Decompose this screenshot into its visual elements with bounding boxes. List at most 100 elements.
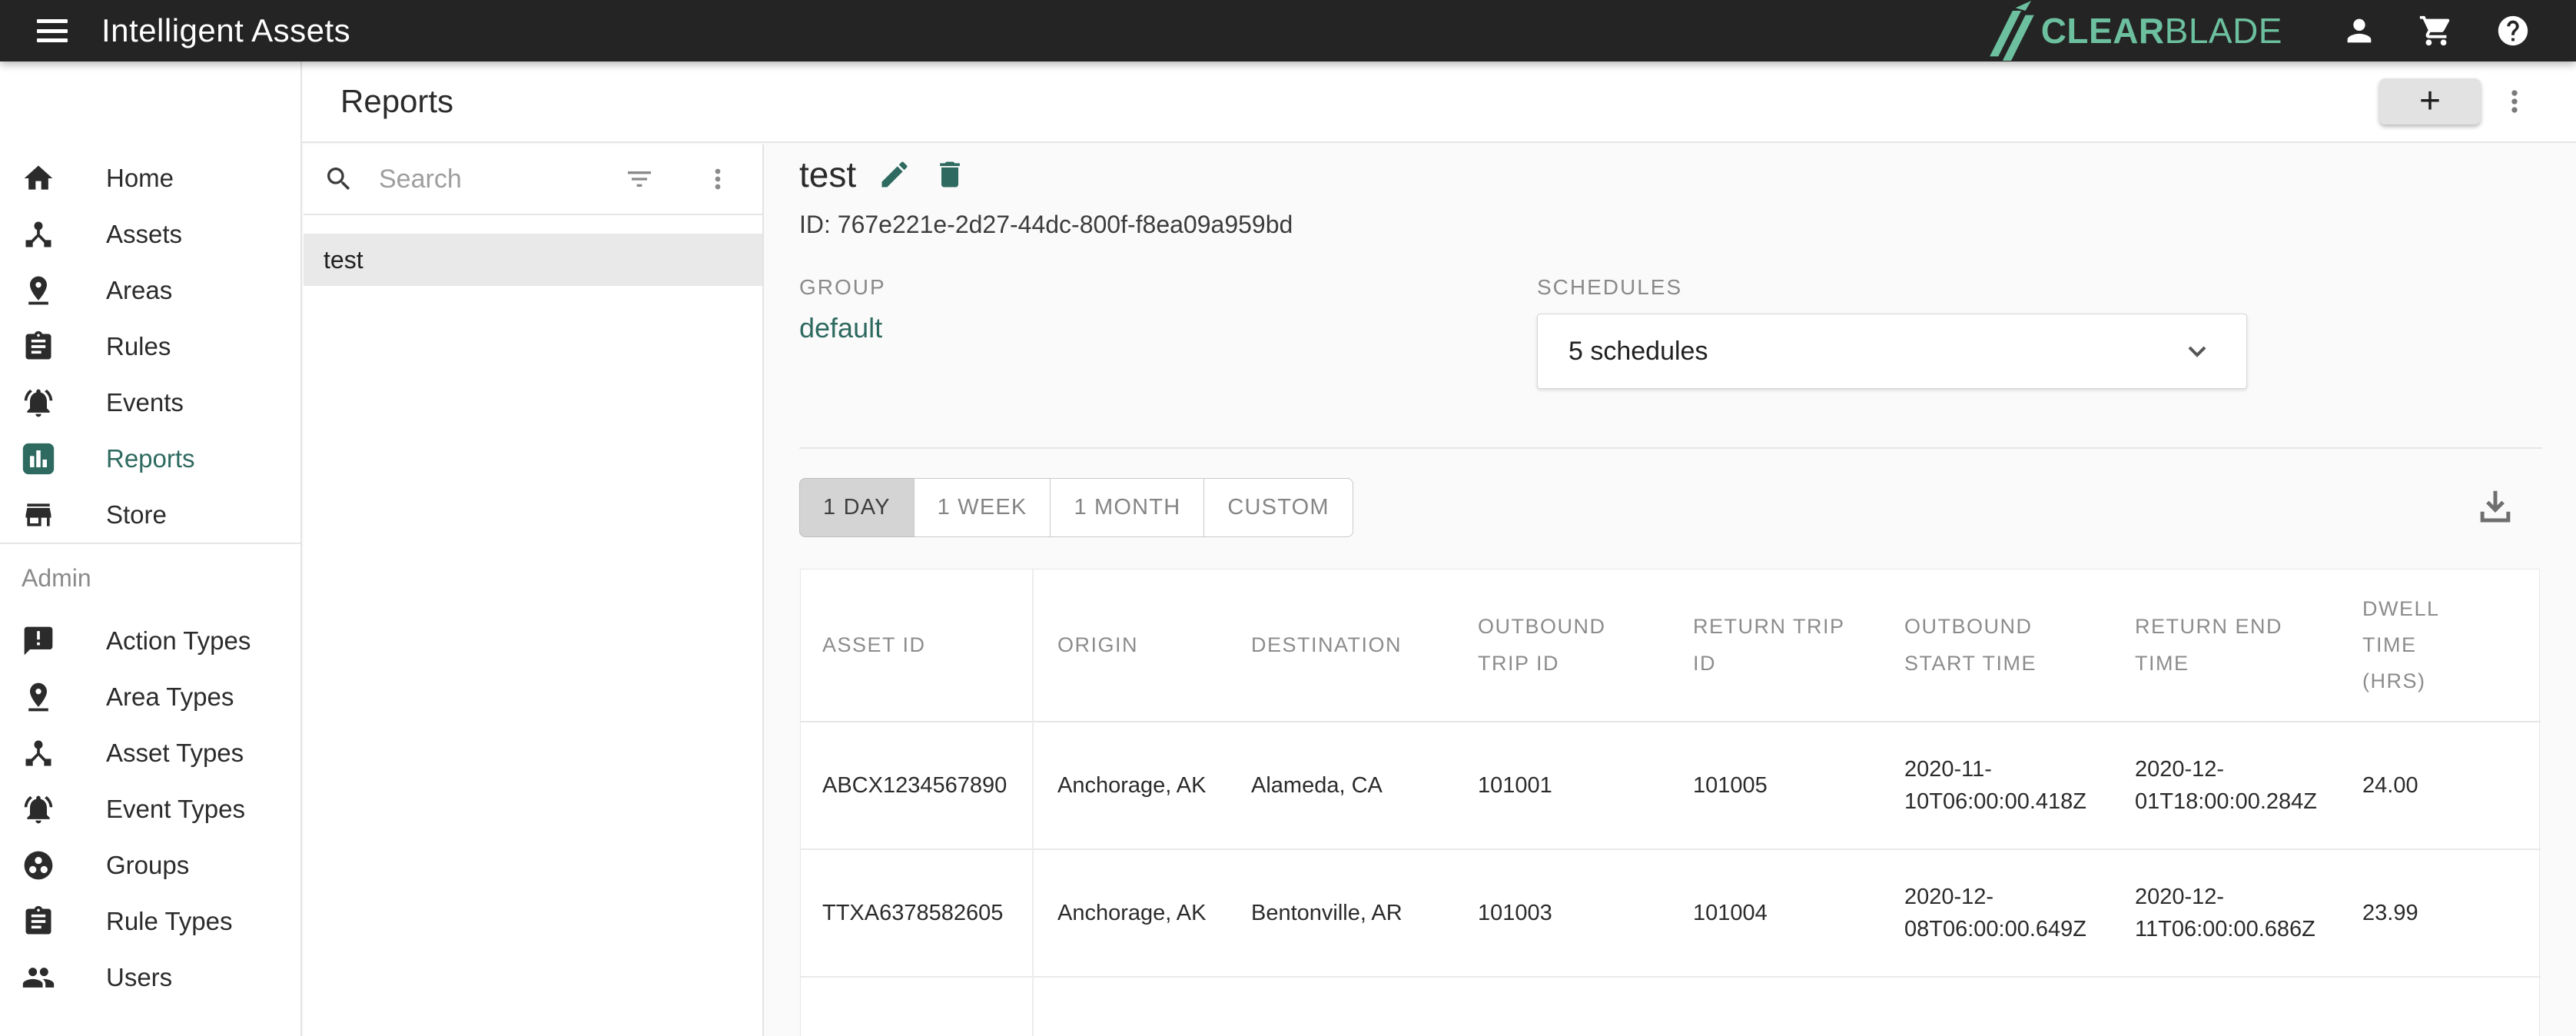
page-title: Reports [340,83,453,120]
sidebar-item-action-types[interactable]: Action Types [0,613,300,669]
sidebar-item-event-types[interactable]: Event Types [0,781,300,837]
admin-list: Action Types Area Types Asset Types Even… [0,613,300,1005]
group-field: GROUP default [799,275,886,344]
asset-types-icon [22,736,55,770]
cell-return-end-time: 2020-12-11T06:00:00.686Z [2110,849,2338,977]
col-outbound-trip-id[interactable]: OUTBOUND TRIP ID [1453,569,1668,722]
clearblade-logo-mark [1987,1,2035,61]
clearblade-logo: CLEARBLADE [1987,1,2282,61]
user-account-button[interactable] [2341,12,2378,49]
cell-destination: Alameda, CA [1227,722,1453,849]
download-button[interactable] [2475,486,2516,527]
col-origin[interactable]: ORIGIN [1033,569,1227,722]
delete-report-button[interactable] [933,158,967,191]
col-return-end-time[interactable]: RETURN END TIME [2110,569,2338,722]
schedules-label: SCHEDULES [1537,275,2247,300]
col-outbound-start-time[interactable]: OUTBOUND START TIME [1880,569,2110,722]
schedules-field: SCHEDULES 5 schedules [1537,275,2247,389]
areas-icon [22,274,55,307]
search-input[interactable] [379,164,563,194]
sidebar-item-asset-types[interactable]: Asset Types [0,725,300,781]
cell-return-trip-id: 101005 [1668,722,1880,849]
sidebar-item-rules[interactable]: Rules [0,318,300,374]
cell-return-end-time: 2020-12-01T18:00:00.284Z [2110,722,2338,849]
sidebar-item-area-types[interactable]: Area Types [0,669,300,725]
report-result-list: test [304,234,762,286]
report-detail: test ID: 767e221e-2d27-44dc-800f-f8ea09a… [765,144,2576,1036]
tab-custom[interactable]: CUSTOM [1203,478,1353,537]
report-list-item[interactable]: test [304,234,762,286]
group-label: GROUP [799,275,886,300]
store-cart-button[interactable] [2418,12,2455,49]
more-vert-icon [2498,85,2531,118]
sidebar-item-assets[interactable]: Assets [0,206,300,262]
group-value-link[interactable]: default [799,312,882,344]
report-title-row: test [799,154,967,195]
search-icon [324,164,354,194]
search-row [304,144,762,215]
col-destination[interactable]: DESTINATION [1227,569,1453,722]
app-bar: Intelligent Assets CLEARBLADE [0,0,2576,61]
sidebar-item-events[interactable]: Events [0,374,300,430]
edit-report-button[interactable] [878,158,911,191]
cell-origin: Anchorage, AK [1033,849,1227,977]
sidebar-divider [0,543,300,544]
pencil-icon [878,158,911,191]
person-icon [2342,13,2377,48]
cell-asset-id: ABCX1234567890 [801,722,1033,849]
events-icon [22,386,55,420]
app-bar-right: CLEARBLADE [1987,1,2576,61]
col-return-trip-id[interactable]: RETURN TRIP ID [1668,569,1880,722]
report-table: ASSET ID ORIGIN DESTINATION OUTBOUND TRI… [801,569,2541,978]
app-title: Intelligent Assets [101,12,350,49]
tab-1-month[interactable]: 1 MONTH [1050,478,1204,537]
col-dwell-time[interactable]: DWELL TIME (HRS) [2338,569,2541,722]
add-report-button[interactable]: + [2379,78,2481,125]
page-header: Reports + [302,61,2576,143]
cell-outbound-start-time: 2020-11-10T06:00:00.418Z [1880,722,2110,849]
event-types-icon [22,792,55,826]
trash-icon [933,158,967,191]
list-more-button[interactable] [702,164,733,194]
sidebar-item-rule-types[interactable]: Rule Types [0,893,300,949]
frozen-column-divider [1032,569,1034,1036]
cell-asset-id: TTXA6378582605 [801,849,1033,977]
sidebar-item-reports[interactable]: Reports [0,430,300,486]
rule-types-icon [22,905,55,938]
clearblade-logo-text: CLEARBLADE [2041,10,2282,51]
cell-outbound-trip-id: 101003 [1453,849,1668,977]
date-range-tabs: 1 DAY 1 WEEK 1 MONTH CUSTOM [799,478,1353,537]
sidebar-item-home[interactable]: Home [0,150,300,206]
sidebar-item-groups[interactable]: Groups [0,837,300,893]
reports-icon [22,442,55,476]
tab-1-day[interactable]: 1 DAY [799,478,915,537]
sidebar: Home Assets Areas Rules Events Reports S… [0,61,302,1036]
download-icon [2475,486,2516,527]
sidebar-item-users[interactable]: Users [0,949,300,1005]
filter-button[interactable] [624,164,655,194]
page-header-more-button[interactable] [2498,85,2531,118]
rules-icon [22,330,55,364]
home-icon [22,161,55,195]
cell-return-trip-id: 101004 [1668,849,1880,977]
cell-origin: Anchorage, AK [1033,722,1227,849]
admin-section-label: Admin [0,564,300,593]
help-button[interactable] [2495,12,2531,49]
table-row[interactable]: TTXA6378582605 Anchorage, AK Bentonville… [801,849,2541,977]
action-types-icon [22,624,55,658]
table-row[interactable]: ABCX1234567890 Anchorage, AK Alameda, CA… [801,722,2541,849]
sidebar-item-store[interactable]: Store [0,486,300,543]
schedules-select[interactable]: 5 schedules [1537,314,2247,389]
content-divider [799,447,2542,449]
report-title: test [799,154,856,195]
area-types-icon [22,680,55,714]
cell-outbound-start-time: 2020-12-08T06:00:00.649Z [1880,849,2110,977]
menu-icon[interactable] [37,19,68,42]
help-icon [2495,13,2531,48]
chevron-down-icon [2182,336,2213,367]
sidebar-item-areas[interactable]: Areas [0,262,300,318]
tab-1-week[interactable]: 1 WEEK [914,478,1051,537]
col-asset-id[interactable]: ASSET ID [801,569,1033,722]
cell-dwell-time: 23.99 [2338,849,2541,977]
users-icon [22,961,55,994]
